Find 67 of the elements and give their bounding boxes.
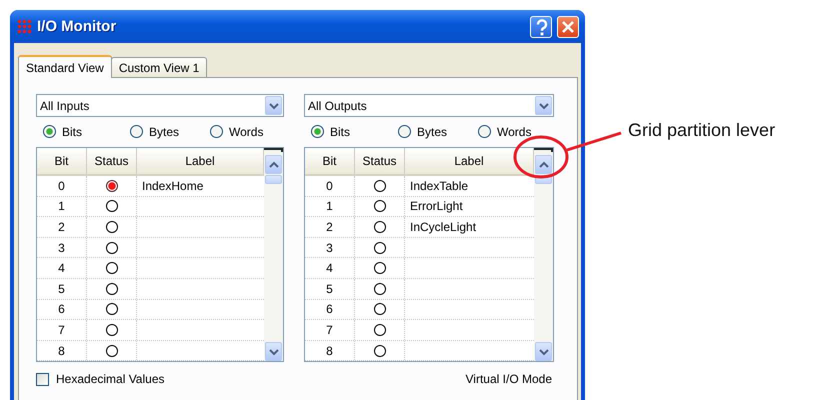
dropdown-button[interactable] bbox=[265, 96, 282, 115]
highlight-circle bbox=[514, 136, 568, 178]
scrollbar[interactable] bbox=[264, 148, 283, 361]
table-cell-text: IndexHome bbox=[141, 178, 204, 195]
table-cell-text: ErrorLight bbox=[409, 198, 464, 216]
checkbox-option[interactable]: Hexadecimal Values bbox=[36, 372, 164, 386]
table-cell: 4 bbox=[37, 258, 87, 278]
leader-line bbox=[566, 132, 622, 152]
radio-button[interactable] bbox=[43, 125, 56, 138]
table-cell-text: InCycleLight bbox=[409, 218, 478, 236]
radio-option[interactable]: Words bbox=[478, 124, 548, 138]
scroll-up-button[interactable] bbox=[535, 155, 552, 174]
table-cell: 7 bbox=[37, 320, 87, 340]
radio-option[interactable]: Bits bbox=[43, 124, 130, 138]
table-cell: 7 bbox=[305, 320, 355, 340]
table-cell: 8 bbox=[37, 340, 87, 360]
checkbox[interactable] bbox=[36, 372, 49, 386]
scroll-up-button[interactable] bbox=[265, 155, 282, 174]
radio-option[interactable]: Words bbox=[210, 124, 280, 138]
radio-button[interactable] bbox=[398, 125, 411, 138]
table-cell: 0 bbox=[37, 176, 87, 196]
column-header[interactable]: Label bbox=[137, 148, 264, 176]
dropdown-value: All Inputs bbox=[40, 98, 90, 112]
table-cell: 0 bbox=[305, 176, 355, 196]
table-cell: 1 bbox=[305, 196, 355, 216]
table-cell: 6 bbox=[305, 300, 355, 320]
table-cell: 6 bbox=[37, 300, 87, 320]
column-header[interactable]: Status bbox=[87, 148, 137, 176]
table-cell: 2 bbox=[37, 217, 87, 237]
radio-button[interactable] bbox=[210, 125, 223, 138]
dot-grid-icon bbox=[17, 19, 32, 34]
scroll-down-button[interactable] bbox=[535, 342, 552, 361]
radio-button[interactable] bbox=[311, 125, 324, 138]
dropdown[interactable]: All Outputs bbox=[304, 94, 554, 117]
partition-lever[interactable] bbox=[264, 148, 283, 152]
table-cell: 5 bbox=[305, 278, 355, 299]
tab[interactable]: Standard View bbox=[18, 55, 112, 78]
partition-lever[interactable] bbox=[534, 148, 553, 152]
radio-option[interactable]: Bits bbox=[311, 124, 398, 138]
table-cell-text: IndexTable bbox=[409, 178, 470, 195]
table-cell: 3 bbox=[37, 238, 87, 258]
column-header[interactable]: Bit bbox=[37, 148, 87, 176]
table-cell: 8 bbox=[305, 340, 355, 360]
radio-button[interactable] bbox=[130, 125, 143, 138]
table-cell: 3 bbox=[305, 238, 355, 258]
radio-option[interactable]: Bytes bbox=[130, 124, 210, 138]
window-title: I/O Monitor bbox=[37, 18, 116, 35]
mode-label: Virtual I/O Mode bbox=[466, 372, 552, 386]
scrollbar[interactable] bbox=[534, 148, 553, 361]
radio-button[interactable] bbox=[478, 125, 491, 138]
column-header[interactable]: Status bbox=[355, 148, 405, 176]
column-header[interactable]: Bit bbox=[305, 148, 355, 176]
close-button[interactable] bbox=[557, 16, 579, 38]
annotation-text: Grid partition lever bbox=[628, 120, 776, 141]
scroll-down-button[interactable] bbox=[265, 342, 282, 361]
radio-option[interactable]: Bytes bbox=[398, 124, 478, 138]
dropdown-value: All Outputs bbox=[308, 98, 367, 112]
help-button[interactable] bbox=[530, 16, 552, 38]
tab[interactable]: Custom View 1 bbox=[110, 57, 208, 77]
dropdown[interactable]: All Inputs bbox=[36, 94, 284, 117]
scroll-thumb[interactable] bbox=[265, 175, 282, 184]
table-cell: 1 bbox=[37, 196, 87, 216]
dropdown-button[interactable] bbox=[535, 96, 552, 115]
table-cell: 4 bbox=[305, 258, 355, 278]
table-cell: 2 bbox=[305, 217, 355, 237]
table-cell: 5 bbox=[37, 278, 87, 299]
column-header[interactable]: Label bbox=[405, 148, 534, 176]
